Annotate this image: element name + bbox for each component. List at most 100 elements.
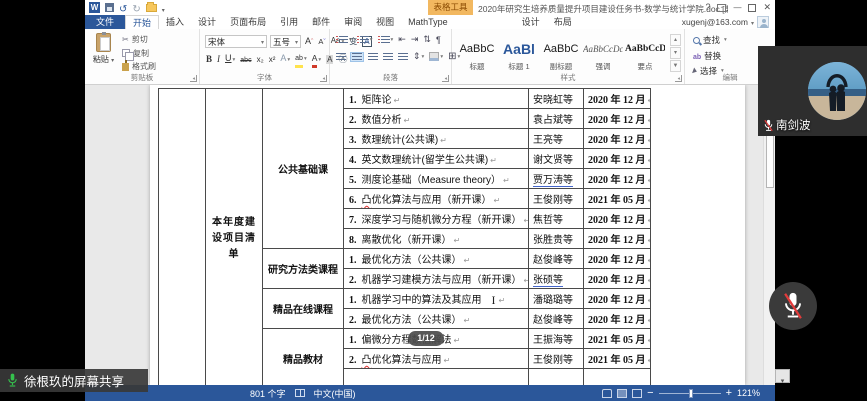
align-center-icon[interactable] bbox=[350, 52, 364, 62]
style-chip-标题 1[interactable]: AaBl标题 1 bbox=[498, 33, 540, 77]
tab-视图[interactable]: 视图 bbox=[369, 15, 401, 29]
shrink-font-icon[interactable] bbox=[317, 35, 326, 49]
cell-date[interactable]: 2020 年 12 月 bbox=[584, 209, 651, 229]
strikethrough-icon[interactable] bbox=[239, 53, 252, 67]
cell-date[interactable]: 2021 年 05 月 bbox=[584, 349, 651, 369]
cell-date[interactable]: 2020 年 12 月 bbox=[584, 289, 651, 309]
font-dialog-launcher[interactable] bbox=[320, 75, 327, 82]
tab-页面布局[interactable]: 页面布局 bbox=[223, 15, 273, 29]
document-page[interactable]: 本年度建设项目清单公共基础课1.矩阵论安晓虹等2020 年 12 月2.数值分析… bbox=[150, 85, 745, 385]
subscript-icon[interactable] bbox=[256, 53, 265, 66]
find-button[interactable]: 查找 bbox=[693, 34, 727, 46]
cell-serial[interactable] bbox=[159, 89, 206, 386]
tab-file[interactable]: 文件 bbox=[85, 15, 125, 29]
multilevel-list-icon[interactable] bbox=[377, 36, 395, 44]
contextual-tab-设计[interactable]: 设计 bbox=[515, 15, 547, 29]
zoom-out-icon[interactable] bbox=[647, 387, 653, 399]
cell-course[interactable]: 3.数理统计(公共课) bbox=[344, 129, 529, 149]
style-chip-要点[interactable]: AaBbCcD要点 bbox=[624, 33, 666, 77]
cell-owner[interactable]: 赵俊峰等 bbox=[529, 309, 584, 329]
cell-date[interactable]: 2020 年 12 月 bbox=[584, 269, 651, 289]
tab-插入[interactable]: 插入 bbox=[159, 15, 191, 29]
highlight-color-icon[interactable] bbox=[294, 51, 308, 68]
print-layout-icon[interactable] bbox=[617, 389, 627, 398]
zoom-slider[interactable] bbox=[659, 393, 721, 394]
cell-course[interactable]: 1.最优化方法（公共课） bbox=[344, 249, 529, 269]
cell-row-header[interactable]: 本年度建设项目清单 bbox=[206, 89, 263, 386]
styles-more-icon[interactable] bbox=[670, 60, 681, 72]
read-mode-icon[interactable] bbox=[602, 389, 612, 398]
cell-course[interactable]: 4.英文数理统计(留学生公共课) bbox=[344, 149, 529, 169]
shading-icon[interactable] bbox=[428, 52, 444, 61]
styles-dialog-launcher[interactable] bbox=[675, 75, 682, 82]
cell-course[interactable]: 2.最优化方法（公共课） bbox=[344, 309, 529, 329]
cell-owner[interactable]: 谢文贤等 bbox=[529, 149, 584, 169]
style-chip-副标题[interactable]: AaBbC副标题 bbox=[540, 33, 582, 77]
cell-owner[interactable] bbox=[529, 369, 584, 386]
styles-scroll-up-icon[interactable] bbox=[670, 34, 681, 46]
cell-category[interactable]: 研究方法类课程 bbox=[263, 249, 344, 289]
cell-category[interactable]: 公共基础课 bbox=[263, 89, 344, 249]
cell-date[interactable]: 2020 年 12 月 bbox=[584, 229, 651, 249]
cell-course[interactable]: 1.矩阵论 bbox=[344, 89, 529, 109]
bold-icon[interactable] bbox=[205, 53, 213, 66]
cell-owner[interactable]: 贾万涛等 bbox=[529, 169, 584, 189]
italic-icon[interactable] bbox=[216, 53, 221, 66]
save-icon[interactable] bbox=[105, 3, 114, 12]
tab-设计[interactable]: 设计 bbox=[191, 15, 223, 29]
cell-owner[interactable]: 王俊刚等 bbox=[529, 349, 584, 369]
cell-owner[interactable]: 焦哲等 bbox=[529, 209, 584, 229]
grow-font-icon[interactable] bbox=[304, 35, 314, 49]
underline-icon[interactable] bbox=[224, 52, 236, 67]
cell-date[interactable]: 2020 年 12 月 bbox=[584, 309, 651, 329]
cell-course[interactable]: 6.凸优化算法与应用（新开课） bbox=[344, 189, 529, 209]
cell-owner[interactable]: 王亮等 bbox=[529, 129, 584, 149]
show-marks-icon[interactable] bbox=[435, 35, 442, 45]
sort-icon[interactable] bbox=[422, 34, 432, 45]
word-count[interactable]: 801 个字 bbox=[250, 387, 286, 400]
cell-category[interactable]: 精品在线课程 bbox=[263, 289, 344, 329]
cell-course[interactable]: 8.离散优化（新开课） bbox=[344, 229, 529, 249]
replace-button[interactable]: 替换 bbox=[693, 50, 727, 62]
viewer-scrollbar-down-button[interactable] bbox=[775, 369, 790, 383]
line-spacing-icon[interactable] bbox=[412, 51, 425, 62]
styles-scroll-down-icon[interactable] bbox=[670, 47, 681, 59]
microphone-mute-button[interactable] bbox=[769, 282, 817, 330]
open-folder-icon[interactable] bbox=[146, 4, 157, 12]
style-chip-强调[interactable]: AaBbCcDc强调 bbox=[582, 33, 624, 77]
tab-引用[interactable]: 引用 bbox=[273, 15, 305, 29]
cell-owner[interactable]: 袁占斌等 bbox=[529, 109, 584, 129]
cell-category[interactable]: 精品教材 bbox=[263, 329, 344, 386]
justify-icon[interactable] bbox=[382, 53, 394, 61]
paste-button[interactable]: 粘贴 bbox=[90, 33, 117, 75]
tab-MathType[interactable]: MathType bbox=[401, 15, 455, 29]
distribute-icon[interactable] bbox=[397, 53, 409, 61]
copy-button[interactable]: 复制 bbox=[122, 48, 156, 59]
cell-date[interactable]: 2020 年 12 月 bbox=[584, 109, 651, 129]
cell-course[interactable]: 2.数值分析 bbox=[344, 109, 529, 129]
maximize-icon[interactable] bbox=[748, 4, 756, 12]
font-size-combo[interactable]: 五号 bbox=[270, 35, 301, 48]
cell-date[interactable]: 2020 年 12 月 bbox=[584, 129, 651, 149]
cell-owner[interactable]: 赵俊峰等 bbox=[529, 249, 584, 269]
web-layout-icon[interactable] bbox=[632, 389, 642, 398]
text-effects-icon[interactable] bbox=[279, 52, 291, 67]
cell-owner[interactable]: 张胜贵等 bbox=[529, 229, 584, 249]
cell-owner[interactable]: 王振海等 bbox=[529, 329, 584, 349]
superscript-icon[interactable] bbox=[268, 53, 277, 66]
tab-审阅[interactable]: 审阅 bbox=[337, 15, 369, 29]
zoom-percentage[interactable]: 121% bbox=[737, 388, 761, 398]
cut-button[interactable]: 剪切 bbox=[122, 34, 156, 45]
cell-owner[interactable]: 张硕等 bbox=[529, 269, 584, 289]
ribbon-display-icon[interactable] bbox=[717, 4, 726, 12]
cell-date[interactable]: 2021 年 05 月 bbox=[584, 329, 651, 349]
cell-course[interactable]: 1.偏微分方程数值解法1/12 bbox=[344, 329, 529, 349]
cell-owner[interactable]: 王俊刚等 bbox=[529, 189, 584, 209]
align-right-icon[interactable] bbox=[367, 53, 379, 61]
decrease-indent-icon[interactable] bbox=[397, 34, 407, 45]
language-status[interactable]: 中文(中国) bbox=[314, 387, 356, 400]
help-icon[interactable] bbox=[705, 1, 710, 14]
increase-indent-icon[interactable] bbox=[410, 34, 420, 45]
zoom-slider-thumb[interactable] bbox=[689, 389, 693, 398]
cell-date[interactable]: 2020 年 12 月 bbox=[584, 169, 651, 189]
